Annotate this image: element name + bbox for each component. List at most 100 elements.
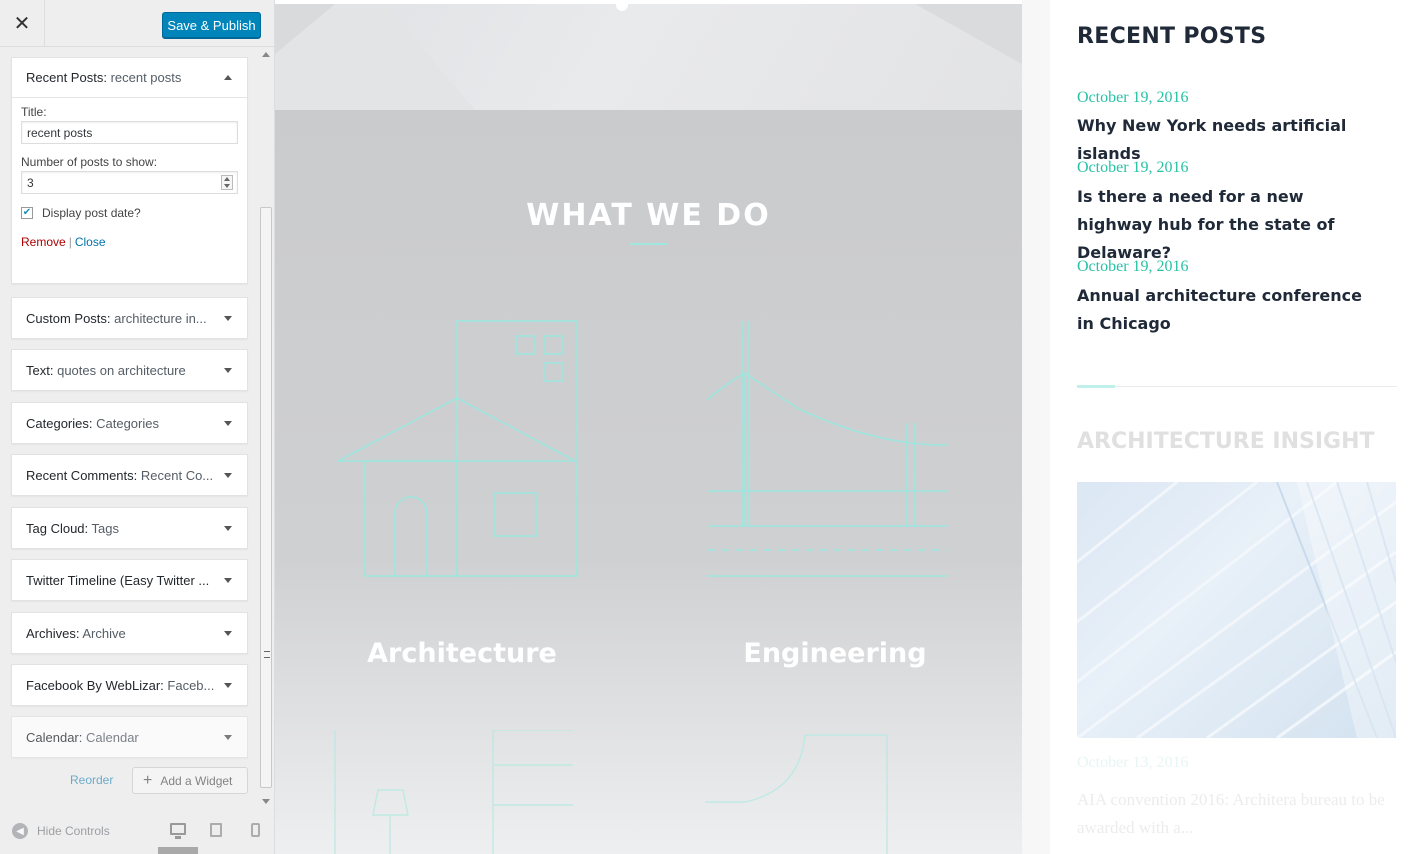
section-title: WHAT WE DO (526, 198, 771, 233)
widget-header[interactable]: Calendar: Calendar (12, 717, 247, 757)
widget-title-wrap: Custom Posts: architecture in... (26, 311, 207, 326)
expand-arrow-icon[interactable] (224, 472, 232, 478)
widget-header[interactable]: Facebook By WebLizar: Faceb... (12, 665, 247, 705)
widget-twitter-timeline[interactable]: Twitter Timeline (Easy Twitter ... (11, 559, 248, 601)
widget-title-wrap: Calendar: Calendar (26, 730, 139, 745)
sidebar-gutter (1022, 0, 1050, 854)
widget-title-wrap: Facebook By WebLizar: Faceb... (26, 678, 214, 693)
expand-arrow-icon[interactable] (224, 630, 232, 636)
reorder-link[interactable]: Reorder (70, 773, 113, 787)
resize-handle[interactable] (158, 847, 198, 854)
post-date[interactable]: October 19, 2016 (1077, 89, 1189, 107)
widget-tag-cloud[interactable]: Tag Cloud: Tags (11, 507, 248, 549)
number-label: Number of posts to show: (21, 155, 158, 169)
widget-subtitle: Categories (96, 415, 159, 431)
title-label: Title: (21, 105, 47, 119)
mobile-preview-icon[interactable] (251, 823, 260, 837)
bridge-icon (707, 321, 948, 577)
post-title-link[interactable]: Is there a need for a new highway hub fo… (1077, 183, 1377, 267)
widget-custom-posts[interactable]: Custom Posts: architecture in... (11, 297, 248, 339)
widget-recent-comments[interactable]: Recent Comments: Recent Co... (11, 454, 248, 496)
expand-arrow-icon[interactable] (224, 734, 232, 740)
widgets-panel: Recent Posts: recent posts Title: recent… (0, 47, 274, 810)
widget-title-wrap: Twitter Timeline (Easy Twitter ... (26, 573, 209, 588)
expand-arrow-icon[interactable] (224, 525, 232, 531)
display-date-checkbox[interactable]: ✔ (21, 207, 33, 219)
widget-categories[interactable]: Categories: Categories (11, 402, 248, 444)
widget-subtitle: quotes on architecture (57, 362, 186, 378)
grip-icon (264, 651, 270, 658)
post-title-link[interactable]: Annual architecture conference in Chicag… (1077, 282, 1377, 338)
widget-header[interactable]: Twitter Timeline (Easy Twitter ... (12, 560, 247, 600)
expand-arrow-icon[interactable] (224, 577, 232, 583)
expand-arrow-icon[interactable] (224, 682, 232, 688)
widget-calendar[interactable]: Calendar: Calendar (11, 716, 248, 758)
widget-type: Custom Posts: (26, 310, 111, 326)
widget-header[interactable]: Recent Posts: recent posts (12, 58, 247, 98)
widget-type: Facebook By WebLizar: (26, 677, 164, 693)
widget-header[interactable]: Text: quotes on architecture (12, 350, 247, 390)
post-date[interactable]: October 19, 2016 (1077, 159, 1189, 177)
number-value: 3 (27, 175, 34, 190)
widget-header[interactable]: Archives: Archive (12, 613, 247, 653)
insight-image[interactable] (1077, 482, 1396, 738)
hide-controls-label: Hide Controls (37, 824, 110, 838)
add-widget-label: Add a Widget (160, 773, 233, 788)
widget-title-wrap: Categories: Categories (26, 416, 159, 431)
add-widget-button[interactable]: + Add a Widget (132, 767, 248, 794)
insight-date[interactable]: October 13, 2016 (1077, 754, 1189, 772)
widget-header[interactable]: Tag Cloud: Tags (12, 508, 247, 548)
number-spinner[interactable] (221, 175, 233, 190)
widget-archives[interactable]: Archives: Archive (11, 612, 248, 654)
close-link[interactable]: Close (75, 235, 106, 249)
insight-title-link[interactable]: AIA convention 2016: Architera bureau to… (1077, 786, 1407, 842)
widget-type: Recent Posts: (26, 70, 107, 85)
display-date-row: ✔ Display post date? (21, 206, 238, 220)
expand-arrow-icon[interactable] (224, 367, 232, 373)
tablet-preview-icon[interactable] (210, 823, 222, 837)
widget-form: Title: recent posts Number of posts to s… (12, 105, 247, 249)
title-input[interactable]: recent posts (21, 121, 238, 144)
expand-arrow-icon[interactable] (224, 315, 232, 321)
expand-arrow-icon[interactable] (224, 420, 232, 426)
hide-controls-button[interactable]: ◀ Hide Controls (12, 823, 110, 839)
save-publish-button[interactable]: Save & Publish (162, 12, 261, 39)
scroll-up-icon[interactable] (262, 52, 270, 57)
plus-icon: + (143, 771, 153, 789)
title-underline (630, 243, 668, 245)
service-engineering: Engineering (743, 638, 927, 669)
arrow-left-icon: ◀ (12, 823, 28, 839)
collapse-arrow-icon[interactable] (224, 75, 232, 80)
customizer-sidebar: ✕ Save & Publish Recent Posts: recent po… (0, 0, 275, 854)
post-date[interactable]: October 19, 2016 (1077, 258, 1189, 276)
widget-text[interactable]: Text: quotes on architecture (11, 349, 248, 391)
house-icon (337, 320, 578, 577)
hero-banner (275, 0, 1022, 110)
what-we-do-section: WHAT WE DO Architecture Engineering (275, 110, 1022, 854)
scrollbar[interactable] (259, 47, 273, 810)
widget-facebook[interactable]: Facebook By WebLizar: Faceb... (11, 664, 248, 706)
recent-posts-heading: RECENT POSTS (1077, 24, 1267, 49)
widget-subtitle: architecture in... (114, 310, 207, 326)
close-icon[interactable]: ✕ (0, 0, 45, 47)
scrollbar-thumb[interactable] (260, 207, 272, 788)
right-sidebar: RECENT POSTS October 19, 2016 Why New Yo… (1022, 0, 1419, 854)
display-date-label: Display post date? (42, 206, 141, 220)
number-input[interactable]: 3 (21, 171, 238, 194)
architecture-insight-heading: ARCHITECTURE INSIGHT (1077, 429, 1375, 454)
desktop-preview-icon[interactable] (170, 823, 186, 839)
widget-header[interactable]: Categories: Categories (12, 403, 247, 443)
scroll-down-icon[interactable] (262, 799, 270, 804)
widget-subtitle: Faceb... (167, 677, 215, 693)
widget-header[interactable]: Custom Posts: architecture in... (12, 298, 247, 338)
widget-type: Categories: (26, 415, 93, 431)
interior-icon (334, 730, 573, 854)
widget-header[interactable]: Recent Comments: Recent Co... (12, 455, 247, 495)
widget-title-wrap: Recent Posts: recent posts (26, 70, 181, 85)
divider-accent (1077, 385, 1115, 388)
remove-link[interactable]: Remove (21, 235, 66, 249)
hero-pattern (275, 4, 1022, 110)
site-preview: WHAT WE DO Architecture Engineering (275, 0, 1022, 854)
widget-recent-posts: Recent Posts: recent posts Title: recent… (11, 57, 248, 284)
widget-title-wrap: Tag Cloud: Tags (26, 521, 119, 536)
